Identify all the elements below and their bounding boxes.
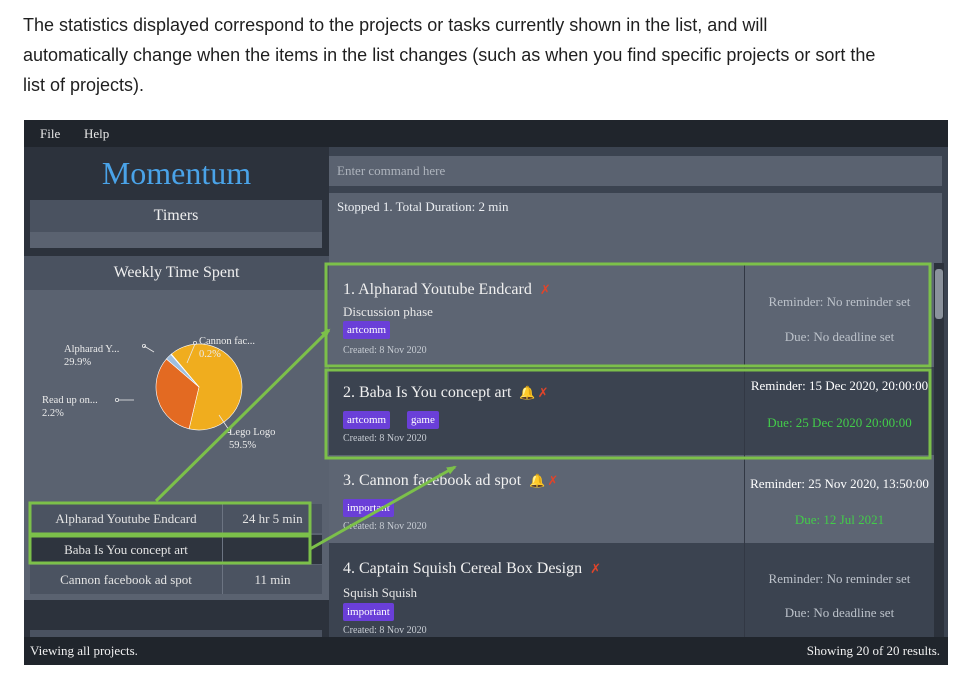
pie-label-lego: Lego Logo xyxy=(229,427,275,438)
reminder-text: Reminder: 25 Nov 2020, 13:50:00 xyxy=(750,476,929,491)
project-title-row: 1. Alpharad Youtube Endcard ✗ xyxy=(343,281,551,299)
project-description: Squish Squish xyxy=(343,585,418,600)
cross-icon: ✗ xyxy=(539,282,551,297)
timers-list xyxy=(30,232,322,248)
project-title-row: 4. Captain Squish Cereal Box Design ✗ xyxy=(343,560,601,578)
project-title: 4. Captain Squish Cereal Box Design xyxy=(343,560,583,577)
stats-row-duration xyxy=(223,535,322,564)
project-title: 3. Cannon facebook ad spot xyxy=(343,472,522,489)
card-divider xyxy=(744,455,745,543)
stats-row[interactable]: Baba Is You concept art xyxy=(30,535,322,564)
pie-chart: Alpharad Y... 29.9% Cannon fac... 0.2% R… xyxy=(42,336,275,451)
pie-label-alphard: Alpharad Y... xyxy=(64,344,119,355)
list-scrollbar[interactable] xyxy=(934,263,944,637)
status-left: Viewing all projects. xyxy=(30,643,138,658)
tag-badge: artcomm xyxy=(343,321,391,339)
pie-pct-cannon: 0.2% xyxy=(199,349,221,360)
project-title: 2. Baba Is You concept art xyxy=(343,384,512,401)
stats-row-name: Alpharad Youtube Endcard xyxy=(30,504,223,533)
project-title-row: 3. Cannon facebook ad spot 🔔 ✗ xyxy=(343,472,558,490)
tag-badge: artcomm xyxy=(343,411,391,429)
doc-line-2: automatically change when the items in t… xyxy=(23,45,876,65)
stats-row-duration: 24 hr 5 min xyxy=(242,511,303,526)
due-text: Due: 25 Dec 2020 20:00:00 xyxy=(767,415,912,430)
project-card[interactable]: 2. Baba Is You concept art 🔔 ✗ artcomm gam… xyxy=(329,367,934,455)
cross-icon: ✗ xyxy=(590,561,601,576)
tag-badge: game xyxy=(407,411,439,429)
left-panel: Momentum Timers Weekly Time Spent Alphar… xyxy=(24,147,329,664)
doc-paragraph: The statistics displayed correspond to t… xyxy=(23,10,953,100)
project-title: 1. Alpharad Youtube Endcard xyxy=(343,281,532,298)
card-divider xyxy=(744,543,745,637)
stats-row-name: Cannon facebook ad spot xyxy=(30,565,223,594)
scrollbar-thumb[interactable] xyxy=(935,269,943,319)
cross-icon: ✗ xyxy=(547,473,559,488)
doc-line-1: The statistics displayed correspond to t… xyxy=(23,15,768,35)
created-date: Created: 8 Nov 2020 xyxy=(343,521,427,532)
pie-label-read: Read up on... xyxy=(42,395,98,406)
due-text: Due: No deadline set xyxy=(784,605,895,620)
menu-help[interactable]: Help xyxy=(84,126,109,142)
created-date: Created: 8 Nov 2020 xyxy=(343,345,427,356)
project-card[interactable]: 3. Cannon facebook ad spot 🔔 ✗ important C… xyxy=(329,455,934,543)
pie-pct-alphard: 29.9% xyxy=(64,357,91,368)
command-input[interactable]: Enter command here xyxy=(329,156,942,186)
reminder-text: Reminder: No reminder set xyxy=(768,571,911,586)
due-text: Due: 12 Jul 2021 xyxy=(794,512,885,527)
stats-header: Weekly Time Spent xyxy=(24,256,329,290)
tag-badge: important xyxy=(343,603,394,621)
bell-icon: 🔔 xyxy=(519,385,536,400)
timers-header: Timers xyxy=(30,200,322,232)
result-display: Stopped 1. Total Duration: 2 min xyxy=(329,193,942,263)
project-description: Discussion phase xyxy=(343,304,433,319)
project-card[interactable]: 4. Captain Squish Cereal Box Design ✗ Squ… xyxy=(329,543,934,637)
reminder-text: Reminder: No reminder set xyxy=(768,294,911,309)
app-window: File Help Momentum Timers Weekly Time Sp… xyxy=(24,120,948,665)
due-text: Due: No deadline set xyxy=(784,329,895,344)
created-date: Created: 8 Nov 2020 xyxy=(343,625,427,636)
project-title-row: 2. Baba Is You concept art 🔔 ✗ xyxy=(343,384,549,402)
menu-file[interactable]: File xyxy=(40,126,60,142)
pie-label-cannon: Cannon fac... xyxy=(199,336,255,347)
card-divider xyxy=(744,263,745,367)
pie-pct-lego: 59.5% xyxy=(229,440,256,451)
pie-pct-read: 2.2% xyxy=(42,408,64,419)
project-card[interactable]: 1. Alpharad Youtube Endcard ✗ Discussion … xyxy=(329,263,934,367)
reminder-text: Reminder: 15 Dec 2020, 20:00:00 xyxy=(750,378,929,393)
app-logo: Momentum xyxy=(101,155,252,191)
status-bar: Viewing all projects. Showing 20 of 20 r… xyxy=(24,637,948,665)
stats-row-duration: 11 min xyxy=(254,572,291,587)
doc-line-3: list of projects). xyxy=(23,75,145,95)
project-list: 1. Alpharad Youtube Endcard ✗ Discussion … xyxy=(329,263,934,637)
menu-bar: File Help xyxy=(24,120,948,147)
stats-row[interactable]: Alpharad Youtube Endcard 24 hr 5 min xyxy=(30,504,322,533)
stats-row[interactable]: Cannon facebook ad spot 11 min xyxy=(30,565,322,594)
tag-badge: important xyxy=(343,499,394,517)
cross-icon: ✗ xyxy=(537,385,549,400)
status-right: Showing 20 of 20 results. xyxy=(806,643,940,658)
stats-row-name: Baba Is You concept art xyxy=(30,535,223,564)
bell-icon: 🔔 xyxy=(529,473,546,488)
created-date: Created: 8 Nov 2020 xyxy=(343,433,427,444)
